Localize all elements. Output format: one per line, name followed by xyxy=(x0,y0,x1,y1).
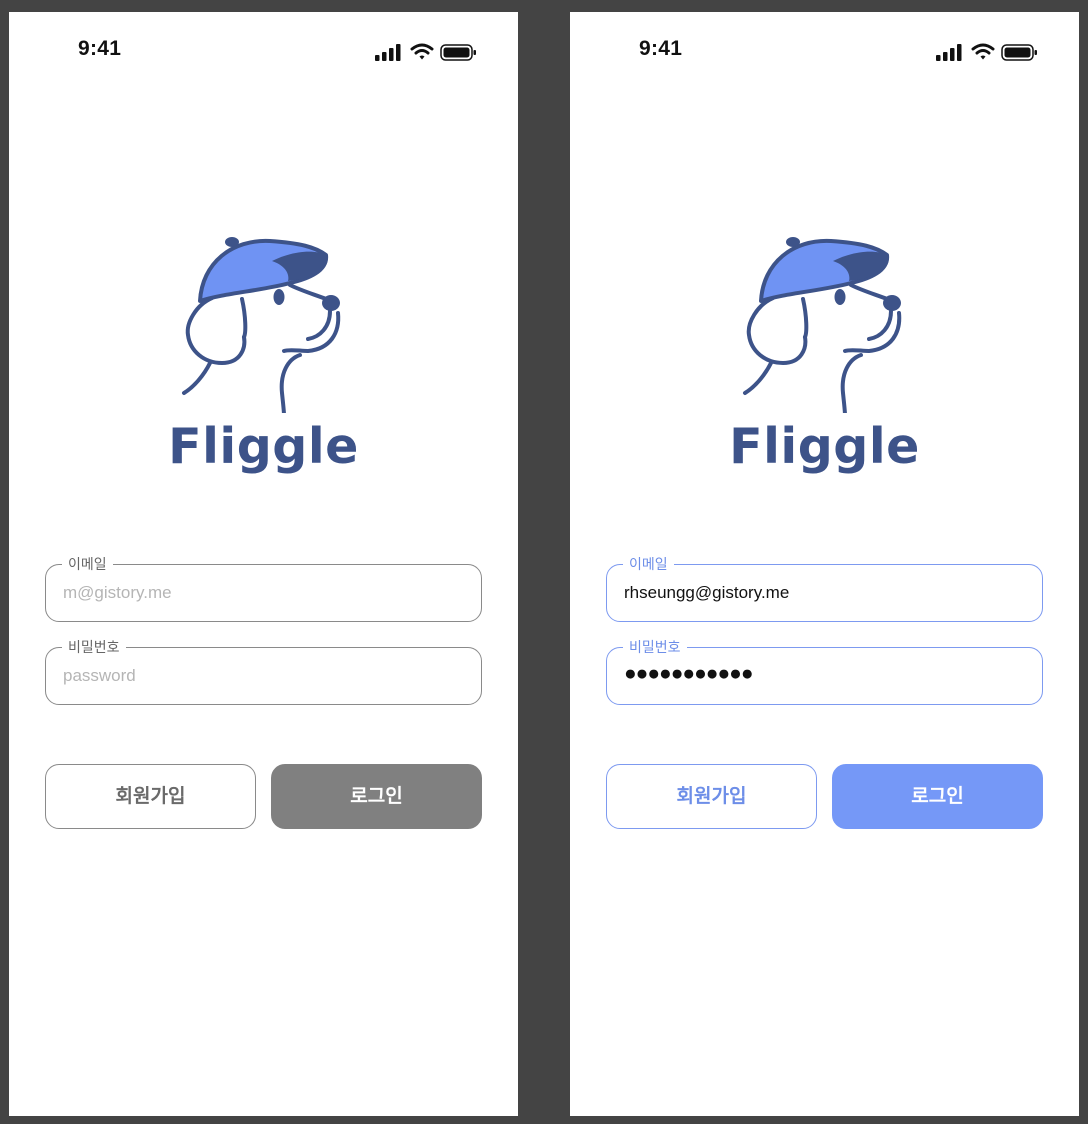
signup-button[interactable]: 회원가입 xyxy=(45,764,256,829)
app-brand-name: Fliggle xyxy=(168,418,359,475)
password-field[interactable]: 비밀번호 ●●●●●●●●●●● xyxy=(606,637,1043,705)
login-screen-filled: 9:41 Fliggle 이메일 rhseungg@gistory.me 비밀번… xyxy=(570,12,1079,1116)
password-field[interactable]: 비밀번호 password xyxy=(45,637,482,705)
email-label: 이메일 xyxy=(62,554,113,574)
status-time: 9:41 xyxy=(639,37,683,60)
status-time: 9:41 xyxy=(78,37,122,60)
fliggle-dog-logo xyxy=(741,233,909,417)
email-placeholder: m@gistory.me xyxy=(63,583,172,602)
login-button[interactable]: 로그인 xyxy=(271,764,482,829)
signup-button[interactable]: 회원가입 xyxy=(606,764,817,829)
password-label: 비밀번호 xyxy=(62,637,126,657)
email-field[interactable]: 이메일 rhseungg@gistory.me xyxy=(606,554,1043,622)
login-screen-empty: 9:41 Fliggle 이메일 m@gistory.me 비밀번호 passw… xyxy=(9,12,518,1116)
fliggle-dog-logo xyxy=(180,233,348,417)
login-button[interactable]: 로그인 xyxy=(832,764,1043,829)
password-placeholder: password xyxy=(63,666,136,685)
password-label: 비밀번호 xyxy=(623,637,687,657)
status-icons xyxy=(935,42,1039,62)
signal-icon xyxy=(374,42,404,62)
wifi-icon xyxy=(971,42,995,62)
wifi-icon xyxy=(410,42,434,62)
status-bar: 9:41 xyxy=(570,12,1079,82)
email-value: rhseungg@gistory.me xyxy=(624,583,790,602)
email-field[interactable]: 이메일 m@gistory.me xyxy=(45,554,482,622)
signal-icon xyxy=(935,42,965,62)
status-icons xyxy=(374,42,478,62)
status-bar: 9:41 xyxy=(9,12,518,82)
battery-icon xyxy=(1001,42,1039,62)
email-label: 이메일 xyxy=(623,554,674,574)
battery-icon xyxy=(440,42,478,62)
app-brand-name: Fliggle xyxy=(729,418,920,475)
password-masked-value: ●●●●●●●●●●● xyxy=(624,662,754,685)
